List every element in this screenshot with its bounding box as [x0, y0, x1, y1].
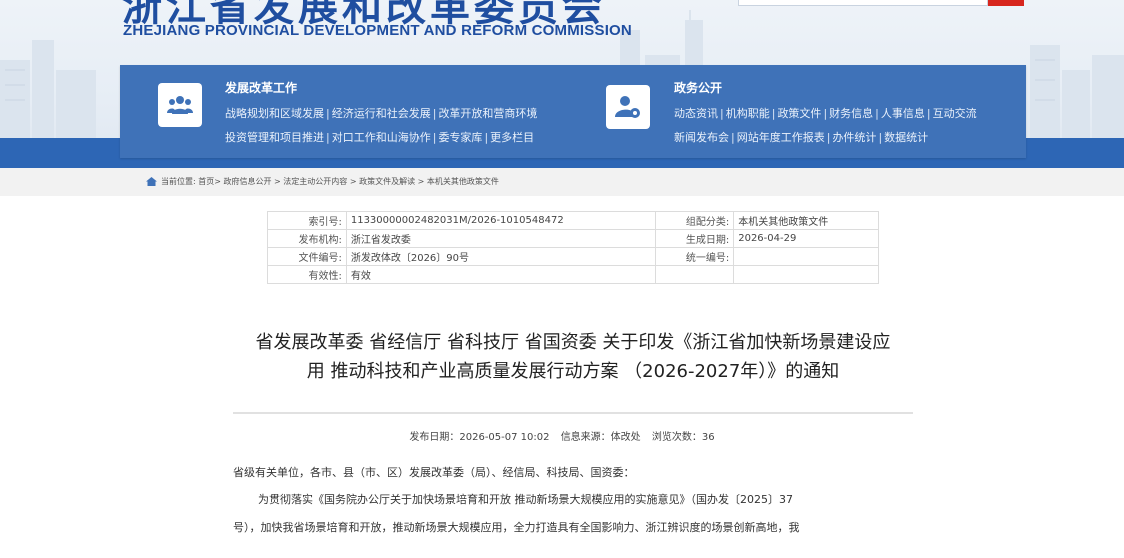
nav-link[interactable]: 改革开放和营商环境	[438, 107, 537, 120]
nav-link[interactable]: 投资管理和项目推进	[225, 131, 324, 144]
site-header: 浙江省发展和改革委员会 ZHEJIANG PROVINCIAL DEVELOPM…	[0, 0, 1124, 168]
document-paragraph: 为贯彻落实《国务院办公厅关于加快场景培育和开放 推动新场景大规模应用的实施意见》…	[258, 493, 793, 506]
nav-link[interactable]: 数据统计	[884, 131, 928, 144]
home-icon	[146, 177, 157, 186]
nav-link[interactable]: 网站年度工作报表	[737, 131, 825, 144]
nav-link[interactable]: 经济运行和社会发展	[332, 107, 431, 120]
meta-value	[733, 265, 879, 284]
nav-link[interactable]: 互动交流	[933, 107, 977, 120]
breadcrumb-link[interactable]: 首页	[198, 176, 214, 187]
meta-key	[655, 265, 735, 284]
breadcrumb-link[interactable]: 政策文件及解读	[359, 176, 415, 187]
search-button[interactable]	[988, 0, 1024, 6]
breadcrumb-bar: 当前位置: 首页 > 政府信息公开 > 法定主动公开内容 > 政策文件及解读 > …	[0, 168, 1124, 196]
meta-value	[733, 247, 879, 266]
table-row: 发布机构: 浙江省发改委 生成日期: 2026-04-29	[267, 229, 879, 248]
title-divider	[233, 412, 913, 414]
nav-link[interactable]: 对口工作和山海协作	[332, 131, 431, 144]
meta-key: 有效性:	[267, 265, 347, 284]
nav-link[interactable]: 财务信息	[829, 107, 873, 120]
nav-link[interactable]: 政策文件	[777, 107, 821, 120]
meta-key: 组配分类:	[655, 211, 735, 230]
nav-government-affairs: 政务公开 动态资讯 | 机构职能 | 政策文件 | 财务信息 | 人事信息 | 互动交流 新闻发布会…	[570, 65, 1026, 158]
people-group-icon	[158, 83, 202, 127]
publish-info: 发布日期：2026-05-07 10:02 信息来源：体改处 浏览次数：36	[0, 428, 1124, 443]
breadcrumb: 当前位置: 首页 > 政府信息公开 > 法定主动公开内容 > 政策文件及解读 > …	[146, 176, 499, 187]
user-settings-icon	[606, 85, 650, 129]
nav-link[interactable]: 人事信息	[881, 107, 925, 120]
nav-link[interactable]: 新闻发布会	[674, 131, 729, 144]
document-paragraph: 省级有关单位，各市、县（市、区）发展改革委（局）、经信局、科技局、国资委：	[233, 466, 635, 479]
nav-link[interactable]: 更多栏目	[490, 131, 534, 144]
table-row: 索引号: 11330000002482031M/2026-1010548472 …	[267, 211, 879, 230]
document-title: 省发展改革委 省经信厅 省科技厅 省国资委 关于印发《浙江省加快新场景建设应 用…	[200, 328, 946, 386]
table-row: 文件编号: 浙发改体改〔2026〕90号 统一编号:	[267, 247, 879, 266]
meta-key: 生成日期:	[655, 229, 735, 248]
breadcrumb-link[interactable]: 政府信息公开	[224, 176, 272, 187]
meta-value: 本机关其他政策文件	[733, 211, 879, 230]
nav-links-row: 动态资讯 | 机构职能 | 政策文件 | 财务信息 | 人事信息 | 互动交流	[674, 107, 977, 120]
meta-key: 统一编号:	[655, 247, 735, 266]
meta-value: 浙江省发改委	[345, 229, 657, 248]
document-paragraph: 号），加快我省场景培育和开放，推动新场景大规模应用，全力打造具有全国影响力、浙江…	[233, 521, 800, 534]
breadcrumb-link[interactable]: 本机关其他政策文件	[427, 176, 499, 187]
document-meta-table: 索引号: 11330000002482031M/2026-1010548472 …	[267, 211, 879, 284]
table-row: 有效性: 有效	[267, 265, 879, 284]
site-name-english: ZHEJIANG PROVINCIAL DEVELOPMENT AND REFO…	[123, 22, 632, 39]
nav-links-row: 投资管理和项目推进 | 对口工作和山海协作 | 委专家库 | 更多栏目	[225, 131, 535, 144]
nav-development-reform: 发展改革工作 战略规划和区域发展 | 经济运行和社会发展 | 改革开放和营商环境 投资管…	[120, 65, 570, 158]
publish-date: 发布日期：2026-05-07 10:02	[409, 432, 550, 443]
meta-value: 有效	[345, 265, 657, 284]
nav-links-row: 战略规划和区域发展 | 经济运行和社会发展 | 改革开放和营商环境	[225, 107, 538, 120]
meta-key: 发布机构:	[267, 229, 347, 248]
meta-value: 浙发改体改〔2026〕90号	[345, 247, 657, 266]
nav-link[interactable]: 委专家库	[438, 131, 482, 144]
nav-link[interactable]: 机构职能	[726, 107, 770, 120]
info-source: 信息来源：体改处	[560, 432, 641, 443]
nav-title-development[interactable]: 发展改革工作	[225, 79, 297, 96]
nav-link[interactable]: 动态资讯	[674, 107, 718, 120]
nav-link[interactable]: 办件统计	[832, 131, 876, 144]
search-input[interactable]	[738, 0, 988, 6]
document-title-line: 用 推动科技和产业高质量发展行动方案 （2026-2027年）》的通知	[306, 361, 840, 382]
document-title-line: 省发展改革委 省经信厅 省科技厅 省国资委 关于印发《浙江省加快新场景建设应	[255, 332, 891, 353]
nav-link[interactable]: 战略规划和区域发展	[225, 107, 324, 120]
meta-key: 索引号:	[267, 211, 347, 230]
nav-links-row: 新闻发布会 | 网站年度工作报表 | 办件统计 | 数据统计	[674, 131, 929, 144]
meta-value: 11330000002482031M/2026-1010548472	[345, 211, 657, 230]
view-count: 浏览次数：36	[651, 432, 715, 443]
main-nav-panel: 发展改革工作 战略规划和区域发展 | 经济运行和社会发展 | 改革开放和营商环境 投资管…	[120, 65, 1026, 158]
nav-title-gov-affairs[interactable]: 政务公开	[674, 79, 722, 96]
breadcrumb-prefix: 当前位置:	[161, 177, 196, 186]
breadcrumb-link[interactable]: 法定主动公开内容	[283, 176, 347, 187]
meta-value: 2026-04-29	[733, 229, 879, 248]
meta-key: 文件编号:	[267, 247, 347, 266]
